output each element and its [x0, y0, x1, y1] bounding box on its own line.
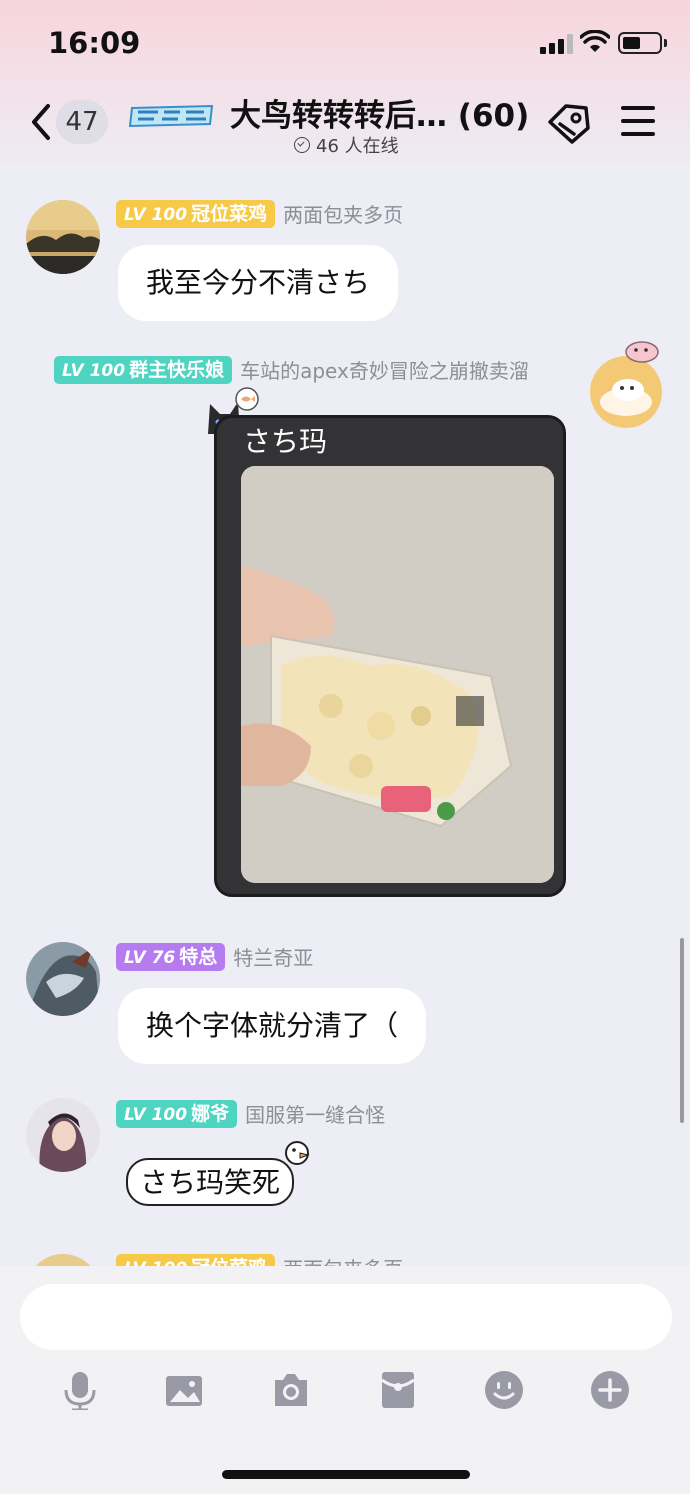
battery-tip [664, 39, 667, 47]
nickname[interactable]: 车站的apex奇妙冒险之崩撤卖溜 [240, 355, 529, 384]
message-meta: LV 76 特总 特兰奇亚 [116, 942, 313, 971]
status-time: 16:09 [48, 26, 141, 60]
unread-count-badge[interactable]: 47 [56, 100, 108, 144]
avatar[interactable] [26, 942, 100, 1016]
camera-icon[interactable] [271, 1370, 311, 1410]
message-meta: LV 100 群主快乐娘 车站的apex奇妙冒险之崩撤卖溜 [54, 355, 529, 384]
back-icon[interactable] [30, 103, 52, 141]
nickname[interactable]: 国服第一缝合怪 [245, 1099, 385, 1128]
photo-image [241, 466, 554, 883]
message-text: さち玛 [243, 425, 328, 458]
signal-icon [540, 34, 574, 54]
menu-icon[interactable] [621, 106, 655, 136]
level-badge: LV 100冠位菜鸡 [116, 199, 276, 228]
group-title[interactable]: 大鸟转转转后… (60) [230, 90, 529, 135]
scrollbar[interactable] [680, 938, 684, 1123]
avatar[interactable] [590, 356, 662, 428]
online-status: 46 人在线 [294, 132, 399, 158]
message-meta: LV 100冠位菜鸡 两面包夹多页 [116, 199, 403, 228]
tag-icon[interactable] [546, 102, 592, 144]
message-input[interactable] [20, 1284, 672, 1350]
home-indicator[interactable] [222, 1470, 470, 1479]
nickname[interactable]: 特兰奇亚 [233, 942, 313, 971]
message-bubble[interactable]: さち玛笑死 [126, 1158, 295, 1206]
avatar-image [26, 942, 100, 1016]
emoji-icon[interactable] [484, 1370, 524, 1410]
message-bubble[interactable]: 换个字体就分清了（ [118, 988, 427, 1064]
message-bubble-dark[interactable]: さち玛 [214, 415, 566, 897]
avatar-image [26, 1098, 100, 1172]
message-bubble[interactable]: 我至今分不清さち [118, 245, 399, 321]
message-meta: LV 100 娜爷 国服第一缝合怪 [116, 1099, 385, 1128]
battery-icon [618, 32, 662, 54]
group-logo [128, 104, 214, 128]
avatar[interactable] [26, 200, 100, 274]
level-badge: LV 100 群主快乐娘 [54, 355, 233, 384]
red-packet-icon[interactable] [378, 1370, 418, 1410]
avatar-image [590, 356, 662, 428]
nickname[interactable]: 两面包夹多页 [283, 199, 403, 228]
avatar-decoration-icon [625, 341, 659, 363]
fish-bubble-icon [235, 387, 259, 411]
online-check-icon [294, 137, 310, 153]
duck-icon [285, 1141, 310, 1165]
avatar-image [26, 200, 100, 274]
level-badge: LV 76 特总 [116, 942, 226, 971]
level-badge: LV 100 娜爷 [116, 1099, 238, 1128]
image-icon[interactable] [164, 1370, 204, 1410]
wifi-icon [580, 30, 610, 52]
avatar[interactable] [26, 1098, 100, 1172]
message-photo[interactable] [241, 466, 554, 883]
online-count: 46 人在线 [316, 136, 399, 157]
plus-icon[interactable] [590, 1370, 630, 1410]
microphone-icon[interactable] [60, 1370, 100, 1410]
